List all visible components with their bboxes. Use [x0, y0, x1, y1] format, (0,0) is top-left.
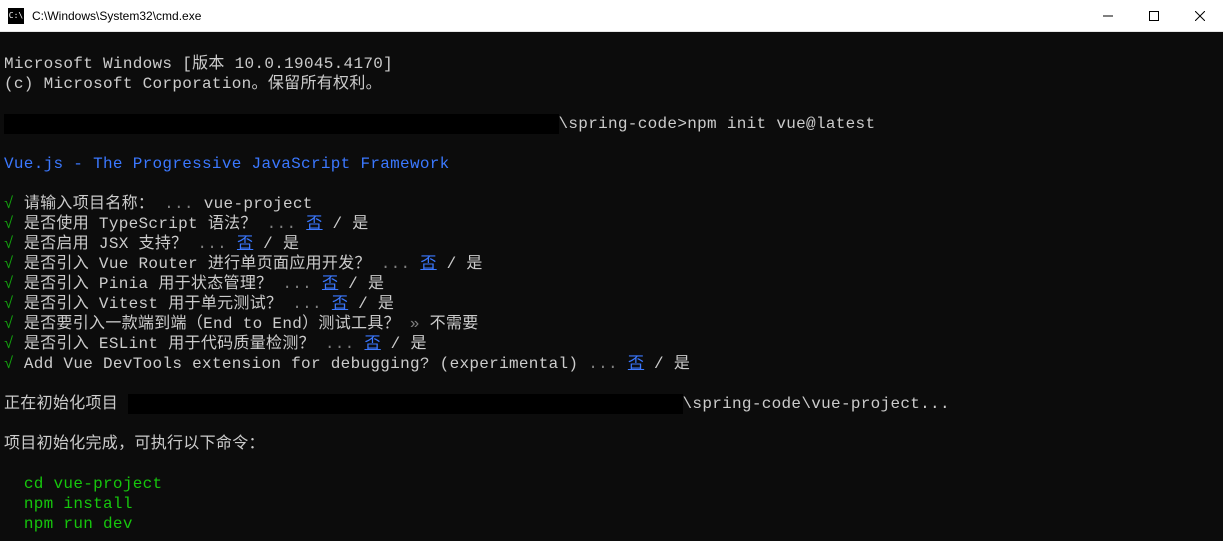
question-project-name: √ 请输入项目名称： ... vue-project [4, 195, 313, 213]
minimize-icon [1103, 11, 1113, 21]
window-controls [1085, 0, 1223, 31]
question-jsx: √ 是否启用 JSX 支持？ ... 否 / 是 [4, 235, 299, 253]
question-eslint: √ 是否引入 ESLint 用于代码质量检测？ ... 否 / 是 [4, 335, 427, 353]
question-vitest: √ 是否引入 Vitest 用于单元测试？ ... 否 / 是 [4, 295, 394, 313]
os-version-line: Microsoft Windows [版本 10.0.19045.4170] [4, 55, 393, 73]
question-typescript: √ 是否使用 TypeScript 语法？ ... 否 / 是 [4, 215, 369, 233]
cmd-icon: C:\ [8, 8, 24, 24]
init-line: 正在初始化项目 X:\XXXXXXXXXXXXXXXXX\XXXXXXXXXXX… [4, 395, 950, 413]
done-line: 项目初始化完成，可执行以下命令： [4, 435, 265, 453]
prompt-line: X:\XXXXXXXXXXXXXXXXX\XXXXXXXXXXXXXXXXXXX… [4, 115, 875, 133]
cmd-install: npm install [4, 495, 133, 513]
question-e2e: √ 是否要引入一款端到端（End to End）测试工具？ » 不需要 [4, 315, 479, 333]
terminal-output[interactable]: Microsoft Windows [版本 10.0.19045.4170] (… [0, 32, 1223, 536]
maximize-icon [1149, 11, 1159, 21]
question-devtools: √ Add Vue DevTools extension for debuggi… [4, 355, 690, 373]
cmd-dev: npm run dev [4, 515, 133, 533]
cmd-cd: cd vue-project [4, 475, 162, 493]
close-button[interactable] [1177, 0, 1223, 31]
question-pinia: √ 是否引入 Pinia 用于状态管理？ ... 否 / 是 [4, 275, 384, 293]
maximize-button[interactable] [1131, 0, 1177, 31]
window-title: C:\Windows\System32\cmd.exe [32, 9, 1085, 23]
question-router: √ 是否引入 Vue Router 进行单页面应用开发？ ... 否 / 是 [4, 255, 483, 273]
window-titlebar: C:\ C:\Windows\System32\cmd.exe [0, 0, 1223, 32]
minimize-button[interactable] [1085, 0, 1131, 31]
vue-banner: Vue.js - The Progressive JavaScript Fram… [4, 155, 450, 173]
copyright-line: (c) Microsoft Corporation。保留所有权利。 [4, 75, 382, 93]
command-text: npm init vue@latest [687, 115, 875, 133]
close-icon [1195, 11, 1205, 21]
